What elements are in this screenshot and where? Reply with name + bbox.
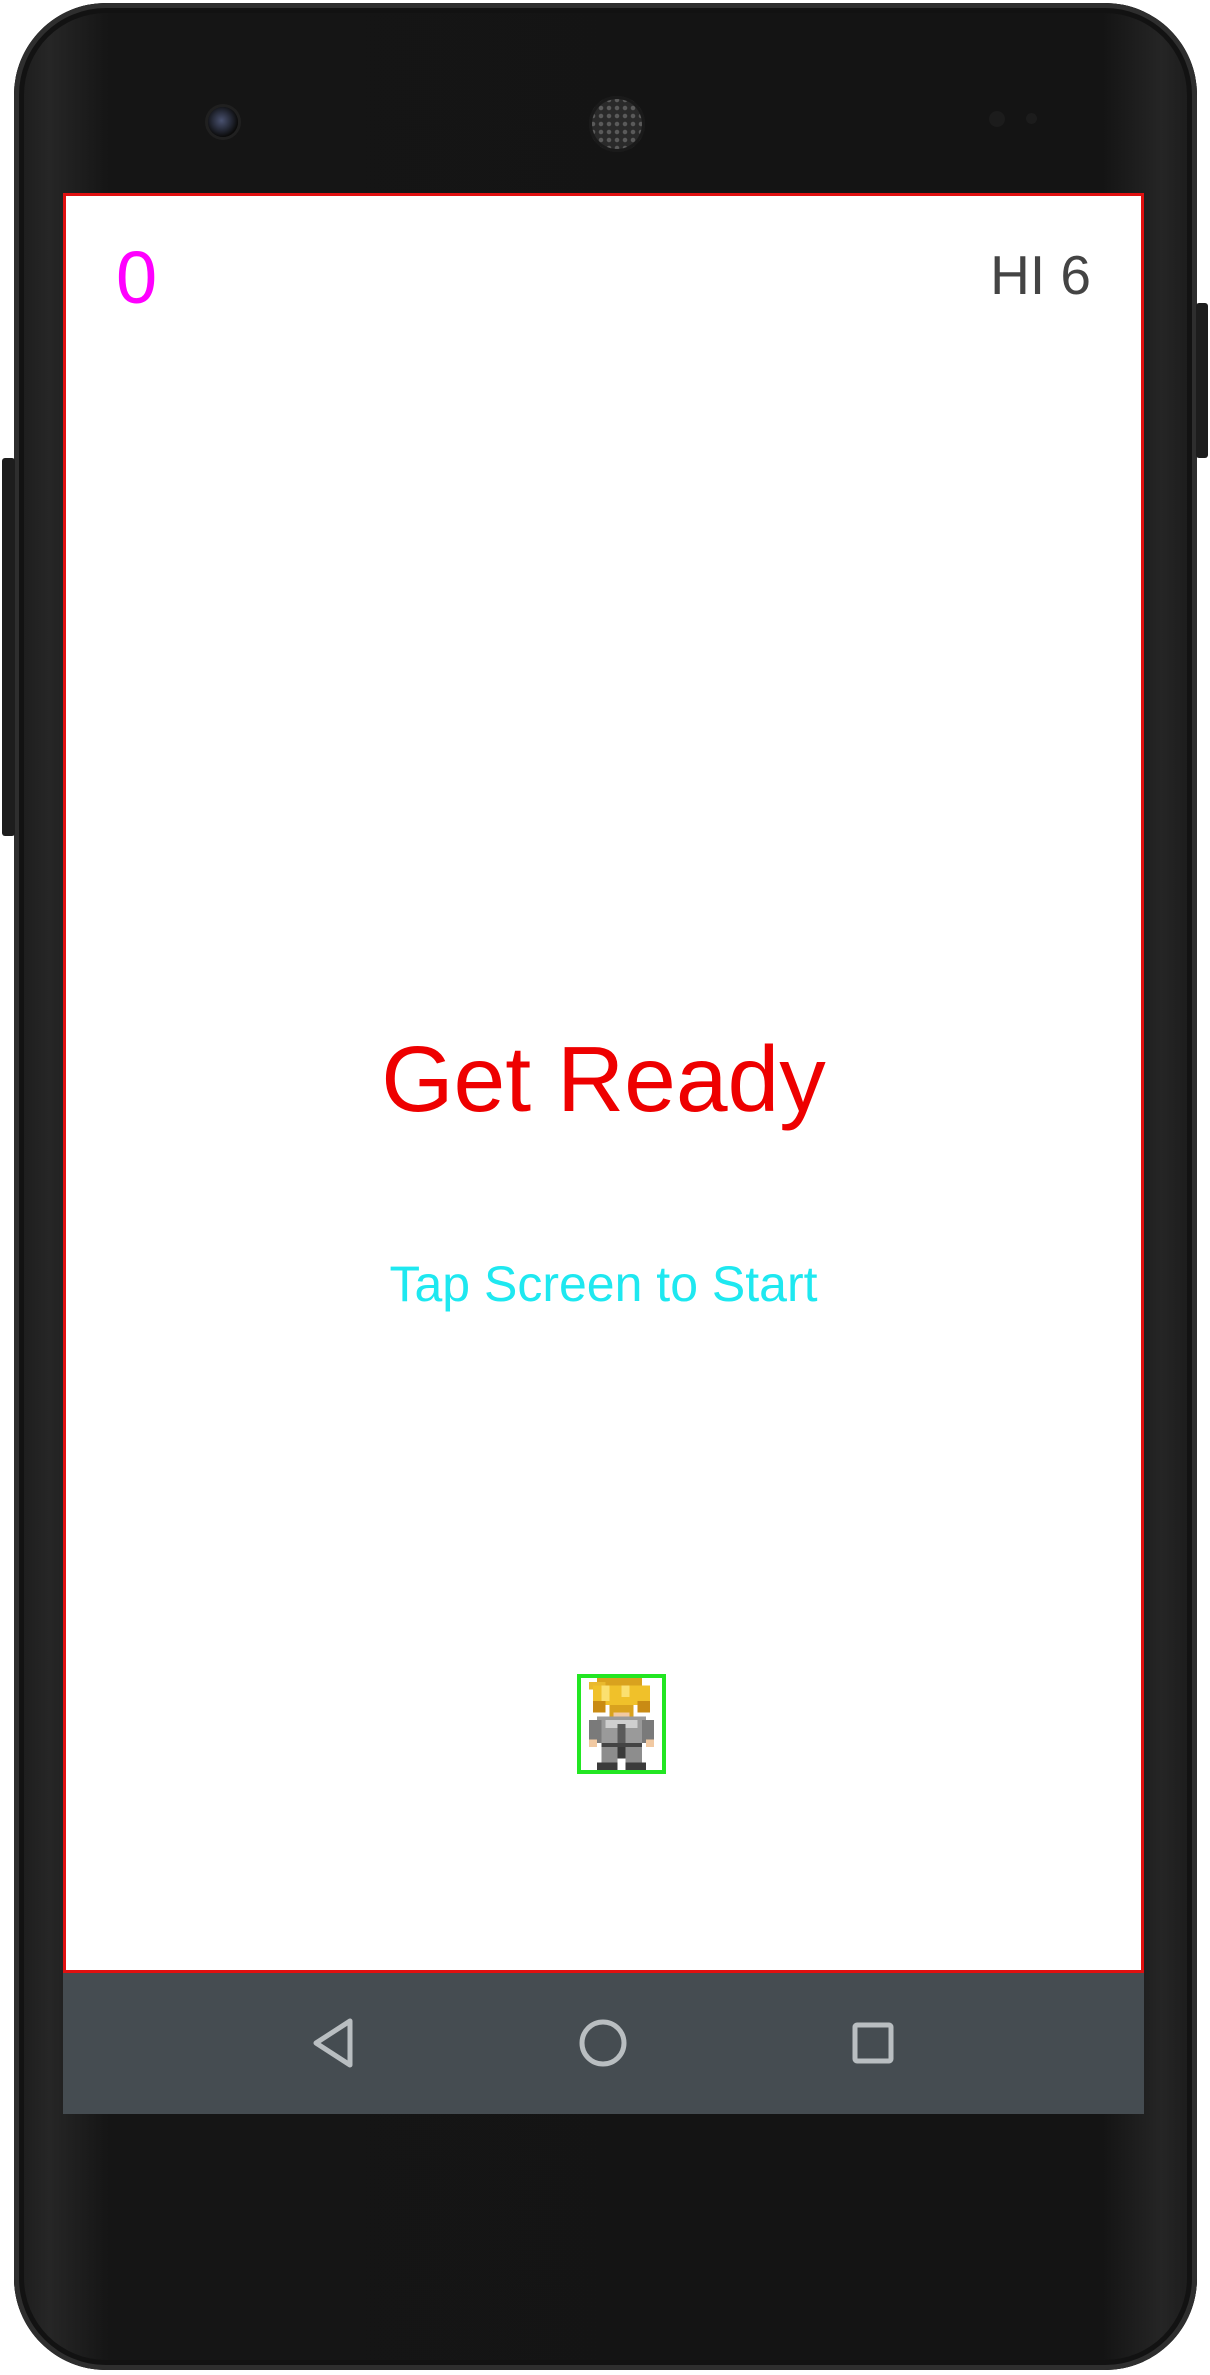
get-ready-title: Get Ready <box>381 1027 826 1131</box>
recents-icon <box>852 2022 894 2064</box>
home-icon <box>579 2019 627 2067</box>
proximity-sensor-icon <box>989 111 1005 127</box>
power-button <box>1196 303 1208 458</box>
earpiece-speaker-icon <box>589 96 645 152</box>
tap-to-start-prompt: Tap Screen to Start <box>389 1256 818 1312</box>
home-button[interactable] <box>565 2005 641 2081</box>
back-icon <box>313 2018 353 2068</box>
light-sensor-icon <box>1026 113 1037 124</box>
front-camera-icon <box>208 107 238 137</box>
recents-button[interactable] <box>835 2005 911 2081</box>
player-character <box>577 1674 666 1774</box>
back-button[interactable] <box>295 2005 371 2081</box>
blonde-armored-hero-sprite-icon <box>589 1678 654 1770</box>
game-screen[interactable]: 0 HI 6 Get Ready Tap Screen to Start <box>63 193 1144 1973</box>
navigation-bar <box>63 1973 1144 2114</box>
high-score: HI 6 <box>990 244 1091 306</box>
current-score: 0 <box>116 236 158 319</box>
volume-button <box>2 458 15 836</box>
